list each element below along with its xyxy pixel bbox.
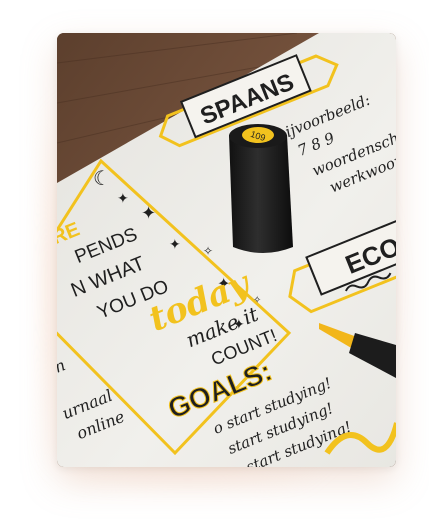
svg-text:☾: ☾ bbox=[93, 168, 111, 190]
marker-cap: 109 bbox=[229, 124, 293, 253]
photo-card[interactable]: SPAANS bijvoorbeeld: 7 8 9 woordenschat … bbox=[57, 33, 396, 467]
journal-photo: SPAANS bijvoorbeeld: 7 8 9 woordenschat … bbox=[57, 33, 396, 467]
svg-text:✦: ✦ bbox=[141, 203, 156, 223]
svg-text:✦: ✦ bbox=[169, 236, 181, 252]
svg-text:✦: ✦ bbox=[117, 190, 129, 206]
svg-text:✧: ✧ bbox=[203, 244, 213, 258]
